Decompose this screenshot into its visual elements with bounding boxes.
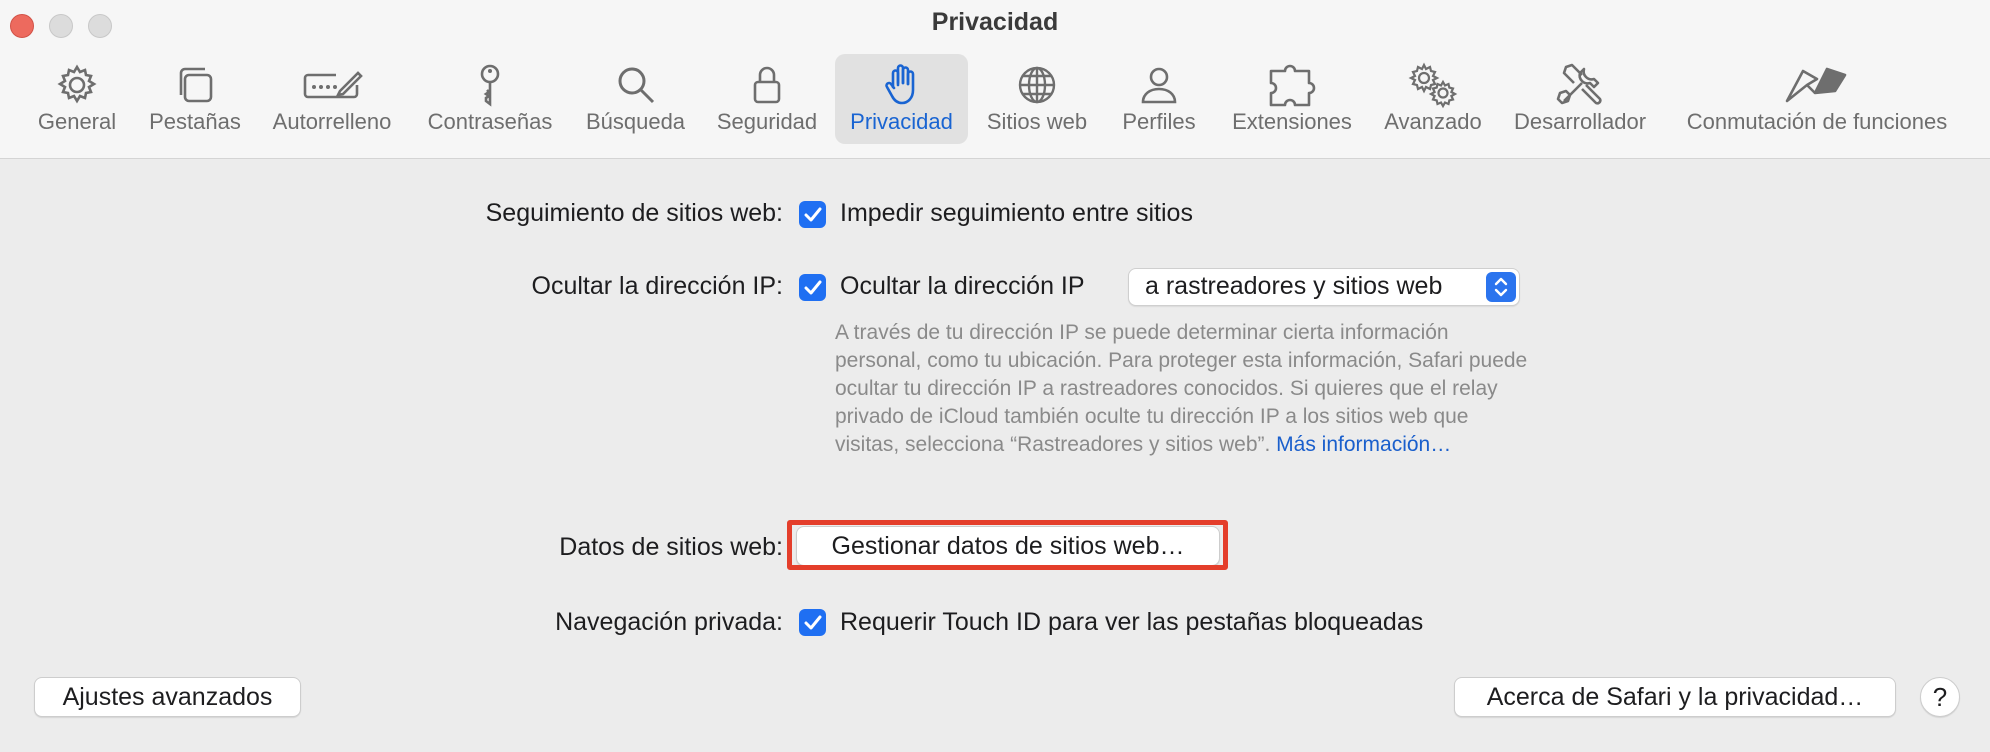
- tabs-icon: [140, 60, 250, 110]
- tab-developer[interactable]: Desarrollador: [1505, 54, 1655, 144]
- tools-icon: [1505, 60, 1655, 110]
- website-data-label: Datos de sitios web:: [559, 533, 783, 561]
- tab-general[interactable]: General: [27, 54, 127, 144]
- tab-tabs-label: Pestañas: [149, 109, 241, 134]
- checkmark-icon: [804, 615, 821, 629]
- preferences-window: Privacidad General Pestañas Autorrelleno…: [0, 0, 1990, 752]
- hand-icon: [835, 60, 968, 110]
- highlight-box: [787, 520, 1228, 570]
- tab-autofill-label: Autorrelleno: [272, 109, 392, 134]
- key-icon: [418, 60, 562, 110]
- tab-general-label: General: [37, 109, 117, 134]
- tab-feature-flags-label: Conmutación de funciones: [1686, 109, 1948, 134]
- checkmark-icon: [804, 207, 821, 221]
- preferences-toolbar: General Pestañas Autorrelleno Contraseña…: [0, 54, 1990, 146]
- window-title: Privacidad: [931, 8, 1059, 36]
- advanced-settings-button[interactable]: Ajustes avanzados: [34, 677, 301, 717]
- titlebar: Privacidad General Pestañas Autorrelleno…: [0, 0, 1990, 159]
- gear-icon: [27, 60, 127, 110]
- tab-advanced-label: Avanzado: [1384, 109, 1482, 134]
- tab-extensions-label: Extensiones: [1232, 109, 1352, 134]
- search-icon: [578, 60, 693, 110]
- tab-websites-label: Sitios web: [986, 109, 1088, 134]
- prevent-tracking-checkbox[interactable]: [799, 201, 826, 228]
- about-safari-privacy-button[interactable]: Acerca de Safari y la privacidad…: [1454, 677, 1896, 717]
- tab-search-label: Búsqueda: [585, 109, 686, 134]
- puzzle-icon: [1225, 60, 1359, 110]
- checkmark-icon: [804, 280, 821, 294]
- tab-autofill[interactable]: Autorrelleno: [262, 54, 402, 144]
- tab-search[interactable]: Búsqueda: [578, 54, 693, 144]
- tab-security[interactable]: Seguridad: [706, 54, 828, 144]
- tab-tabs[interactable]: Pestañas: [140, 54, 250, 144]
- hide-ip-checkbox-label[interactable]: Ocultar la dirección IP: [840, 272, 1085, 301]
- gears-icon: [1378, 60, 1488, 110]
- tab-privacy-label: Privacidad: [850, 109, 953, 134]
- tab-profiles[interactable]: Perfiles: [1112, 54, 1206, 144]
- tab-security-label: Seguridad: [716, 109, 818, 134]
- tab-developer-label: Desarrollador: [1513, 109, 1647, 134]
- hide-ip-checkbox[interactable]: [799, 274, 826, 301]
- hide-ip-label: Ocultar la dirección IP:: [531, 272, 784, 300]
- touch-id-checkbox[interactable]: [799, 609, 826, 636]
- tab-privacy[interactable]: Privacidad: [835, 54, 968, 144]
- tab-websites[interactable]: Sitios web: [978, 54, 1096, 144]
- person-icon: [1112, 60, 1206, 110]
- tab-extensions[interactable]: Extensiones: [1225, 54, 1359, 144]
- prevent-tracking-label[interactable]: Impedir seguimiento entre sitios: [840, 199, 1193, 228]
- more-info-link[interactable]: Más información…: [1276, 433, 1451, 456]
- tab-passwords[interactable]: Contraseñas: [418, 54, 562, 144]
- help-button[interactable]: ?: [1920, 677, 1960, 717]
- tracking-label: Seguimiento de sitios web:: [485, 199, 783, 227]
- hide-ip-description: A través de tu dirección IP se puede det…: [835, 319, 1535, 459]
- chevron-updown-icon: [1486, 272, 1516, 302]
- globe-icon: [978, 60, 1096, 110]
- lock-icon: [706, 60, 828, 110]
- hide-ip-popup[interactable]: a rastreadores y sitios web: [1128, 268, 1520, 306]
- tab-advanced[interactable]: Avanzado: [1378, 54, 1488, 144]
- autofill-icon: [262, 60, 402, 110]
- touch-id-checkbox-label[interactable]: Requerir Touch ID para ver las pestañas …: [840, 608, 1423, 637]
- private-browsing-label: Navegación privada:: [555, 608, 783, 636]
- flags-icon: [1672, 60, 1962, 110]
- tab-feature-flags[interactable]: Conmutación de funciones: [1672, 54, 1962, 144]
- hide-ip-popup-value: a rastreadores y sitios web: [1145, 272, 1443, 300]
- tab-profiles-label: Perfiles: [1122, 109, 1196, 134]
- tab-passwords-label: Contraseñas: [427, 109, 553, 134]
